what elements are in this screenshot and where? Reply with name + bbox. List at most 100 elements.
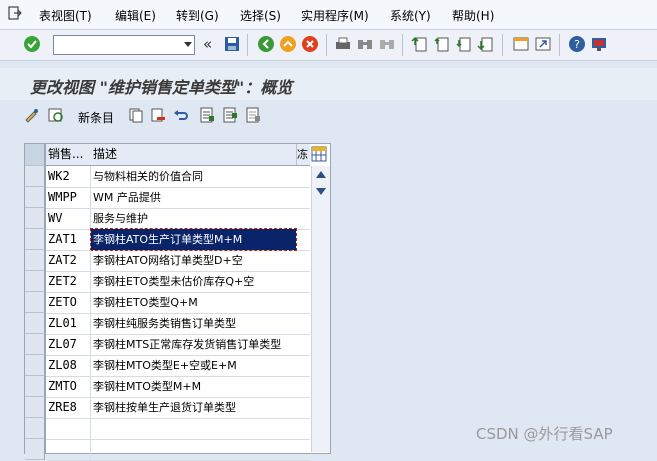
sales-doc-type-cell: ZRE8 (46, 397, 91, 418)
toolbar-separator (402, 34, 403, 56)
command-field[interactable] (53, 35, 195, 55)
scroll-down-icon[interactable] (316, 188, 326, 196)
save-icon[interactable] (223, 35, 241, 53)
table-row[interactable]: WK2 与物料相关的价值合同 (46, 166, 310, 188)
column-header-freeze: 冻 (297, 144, 310, 166)
column-header-sales-doc-type[interactable]: 销售... (46, 144, 92, 166)
new-entries-button[interactable]: 新条目 (78, 109, 114, 126)
select-block-icon[interactable] (222, 107, 238, 123)
undo-change-icon[interactable] (173, 107, 189, 123)
row-selector[interactable] (25, 313, 45, 334)
table-row[interactable] (46, 439, 310, 461)
create-shortcut-icon[interactable] (534, 35, 552, 53)
table-row[interactable]: ZET2 李钢柱ETO类型未估价库存Q+空 (46, 271, 310, 293)
sales-doc-type-cell: ZET2 (46, 271, 91, 292)
menu-utilities[interactable]: 实用程序(M) (301, 7, 369, 24)
row-selector[interactable] (25, 397, 45, 418)
exit-icon[interactable] (279, 35, 297, 53)
description-cell[interactable]: 李钢柱纯服务类销售订单类型 (91, 313, 300, 334)
row-selector[interactable] (25, 418, 45, 439)
menu-bar: 表视图(T) 编辑(E) 转到(G) 选择(S) 实用程序(M) 系统(Y) 帮… (0, 0, 657, 30)
sales-doc-type-cell: ZAT2 (46, 250, 91, 271)
row-selector[interactable] (25, 355, 45, 376)
deselect-all-icon[interactable] (245, 107, 261, 123)
help-icon[interactable]: ? (568, 35, 586, 53)
row-selector[interactable] (25, 271, 45, 292)
sales-doc-type-cell: ZMTO (46, 376, 91, 397)
menu-table-view[interactable]: 表视图(T) (39, 7, 92, 24)
display-change-icon[interactable] (24, 107, 40, 123)
menu-selection[interactable]: 选择(S) (240, 7, 281, 24)
description-cell[interactable]: 李钢柱MTS正常库存发货销售订单类型 (91, 334, 300, 355)
row-selector[interactable] (25, 187, 45, 208)
delete-icon[interactable] (150, 107, 166, 123)
description-input-focused[interactable]: 李钢柱ATO生产订单类型M+M (90, 228, 297, 251)
select-all-icon[interactable] (199, 107, 215, 123)
table-settings-icon[interactable] (311, 146, 327, 162)
last-page-icon[interactable] (477, 35, 495, 53)
table-control: 销售... 描述 冻 WK2 与物料相关的价值合同 WMPP WM 产品提供 WV 服务与… (24, 143, 331, 461)
scroll-up-icon[interactable] (316, 170, 326, 178)
row-selector[interactable] (25, 166, 45, 187)
exit-menu-icon[interactable] (8, 6, 22, 20)
table-row[interactable]: ZMTO 李钢柱MTO类型M+M (46, 376, 310, 398)
table-row[interactable] (46, 418, 310, 440)
table-row[interactable]: ZAT1 李钢柱ATO生产订单类型M+M (46, 228, 310, 251)
watermark: CSDN @外行看SAP (476, 425, 613, 443)
cancel-icon[interactable] (301, 35, 319, 53)
back-arrows-icon[interactable]: « (203, 35, 212, 53)
row-selector[interactable] (25, 334, 45, 355)
description-cell[interactable]: 服务与维护 (91, 208, 300, 229)
back-icon[interactable] (257, 35, 275, 53)
description-cell[interactable]: WM 产品提供 (91, 187, 300, 208)
table-row[interactable]: WV 服务与维护 (46, 208, 310, 230)
customize-layout-icon[interactable] (590, 35, 608, 53)
menu-help[interactable]: 帮助(H) (452, 7, 494, 24)
table-row[interactable]: WMPP WM 产品提供 (46, 187, 310, 209)
row-selector[interactable] (25, 376, 45, 397)
description-cell[interactable]: 李钢柱MTO类型E+空或E+M (91, 355, 300, 376)
command-input[interactable] (54, 36, 178, 52)
description-cell[interactable] (91, 418, 300, 439)
find-icon[interactable] (356, 35, 374, 53)
row-selector[interactable] (25, 439, 45, 460)
table-row[interactable]: ZAT2 李钢柱ATO网络订单类型D+空 (46, 250, 310, 272)
column-header-description[interactable]: 描述 (91, 144, 297, 166)
description-cell[interactable]: 李钢柱ETO类型未估价库存Q+空 (91, 271, 300, 292)
description-cell[interactable]: 李钢柱ATO网络订单类型D+空 (91, 250, 300, 271)
table-row[interactable]: ZL07 李钢柱MTS正常库存发货销售订单类型 (46, 334, 310, 356)
table-row[interactable]: ZL08 李钢柱MTO类型E+空或E+M (46, 355, 310, 377)
create-session-icon[interactable] (512, 35, 530, 53)
table-row[interactable]: ZL01 李钢柱纯服务类销售订单类型 (46, 313, 310, 335)
first-page-icon[interactable] (411, 35, 429, 53)
description-cell[interactable]: 李钢柱ETO类型Q+M (91, 292, 300, 313)
menu-edit[interactable]: 编辑(E) (115, 7, 156, 24)
select-all-rows-button[interactable] (25, 144, 45, 166)
description-cell[interactable]: 李钢柱按单生产退货订单类型 (91, 397, 300, 418)
previous-page-icon[interactable] (433, 35, 451, 53)
find-next-icon[interactable] (378, 35, 396, 53)
row-selector[interactable] (25, 229, 45, 250)
vertical-scrollbar[interactable] (311, 166, 330, 452)
other-view-icon[interactable] (48, 107, 64, 123)
row-selector[interactable] (25, 208, 45, 229)
chevron-down-icon[interactable] (184, 42, 192, 47)
sales-doc-type-cell: ZETO (46, 292, 91, 313)
row-selector[interactable] (25, 250, 45, 271)
print-icon[interactable] (334, 35, 352, 53)
table-row[interactable]: ZRE8 李钢柱按单生产退货订单类型 (46, 397, 310, 419)
enter-check-icon[interactable] (23, 35, 41, 53)
menu-system[interactable]: 系统(Y) (390, 7, 431, 24)
description-cell[interactable] (91, 439, 300, 460)
sales-doc-type-cell: WV (46, 208, 91, 229)
description-cell[interactable]: 李钢柱MTO类型M+M (91, 376, 300, 397)
menu-goto[interactable]: 转到(G) (176, 7, 219, 24)
next-page-icon[interactable] (455, 35, 473, 53)
toolbar-separator (502, 34, 503, 56)
toolbar-separator (326, 34, 327, 56)
row-selector[interactable] (25, 292, 45, 313)
copy-as-icon[interactable] (128, 107, 144, 123)
table-row[interactable]: ZETO 李钢柱ETO类型Q+M (46, 292, 310, 314)
description-cell[interactable]: 与物料相关的价值合同 (91, 166, 300, 187)
sales-doc-type-cell: ZL07 (46, 334, 91, 355)
